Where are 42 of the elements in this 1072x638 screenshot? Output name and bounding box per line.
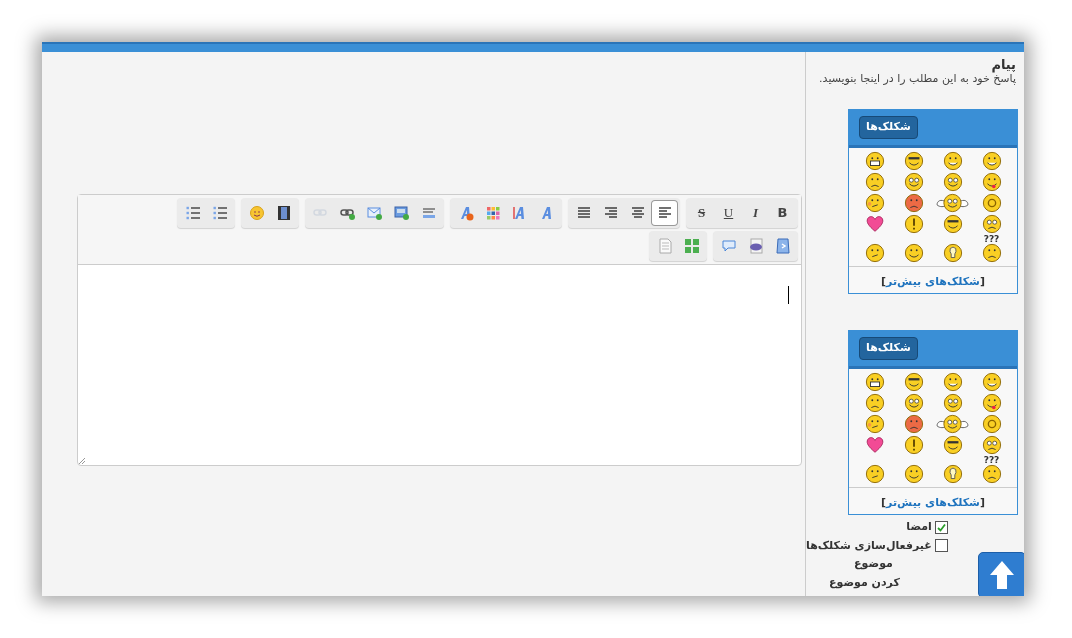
image-add-icon xyxy=(393,205,410,221)
italic-button[interactable]: I xyxy=(742,200,769,226)
align-left-icon xyxy=(656,205,673,221)
check-icon xyxy=(936,522,946,532)
question-marks: ??? xyxy=(983,235,1000,243)
scroll-to-top-button[interactable] xyxy=(978,552,1024,596)
align-left-button[interactable] xyxy=(651,200,678,226)
align-right-icon xyxy=(602,205,619,221)
code-icon xyxy=(774,238,791,254)
panel-title: شکلک‌ها xyxy=(859,337,918,360)
film-icon xyxy=(275,205,292,221)
more-smilies-link[interactable]: [ شکلک‌های بیش‌تر] xyxy=(881,496,985,509)
panel-title: شکلک‌ها xyxy=(859,116,918,139)
color-grid-icon xyxy=(484,205,501,221)
heart-icon[interactable] xyxy=(864,214,885,234)
strike-button[interactable]: S xyxy=(688,200,715,226)
underline-button[interactable]: U xyxy=(715,200,742,226)
justify-icon xyxy=(575,205,592,221)
text-cursor xyxy=(788,286,789,304)
option-label: کردن موضوع xyxy=(829,574,900,591)
checkbox[interactable] xyxy=(934,539,948,553)
align-center-icon xyxy=(629,205,646,221)
horizontal-rule-icon xyxy=(420,205,437,221)
option-label: امضا xyxy=(906,519,932,535)
question-marks: ??? xyxy=(983,456,1000,464)
speech-bubble-icon xyxy=(720,238,737,254)
field-description: پاسخ خود به این مطلب را در اینجا بنویسید. xyxy=(818,72,1016,85)
resize-grip-icon[interactable] xyxy=(78,457,86,465)
document-icon xyxy=(656,238,673,254)
heart-icon[interactable] xyxy=(864,435,885,455)
option-label: موضوع xyxy=(854,556,893,572)
bold-button[interactable]: B xyxy=(769,200,796,226)
checkbox[interactable] xyxy=(934,520,948,534)
up-arrow-icon xyxy=(989,560,1015,590)
email-add-icon xyxy=(366,205,383,221)
more-smilies-link[interactable]: [ شکلک‌های بیش‌تر] xyxy=(881,275,985,288)
option-label: غیرفعال‌سازی شکلک‌ها xyxy=(806,537,932,554)
field-title: پیام xyxy=(990,58,1016,72)
numbered-list-icon xyxy=(184,205,201,221)
bullet-list-icon xyxy=(211,205,228,221)
maximize-icon xyxy=(683,238,700,254)
php-icon xyxy=(747,238,764,254)
